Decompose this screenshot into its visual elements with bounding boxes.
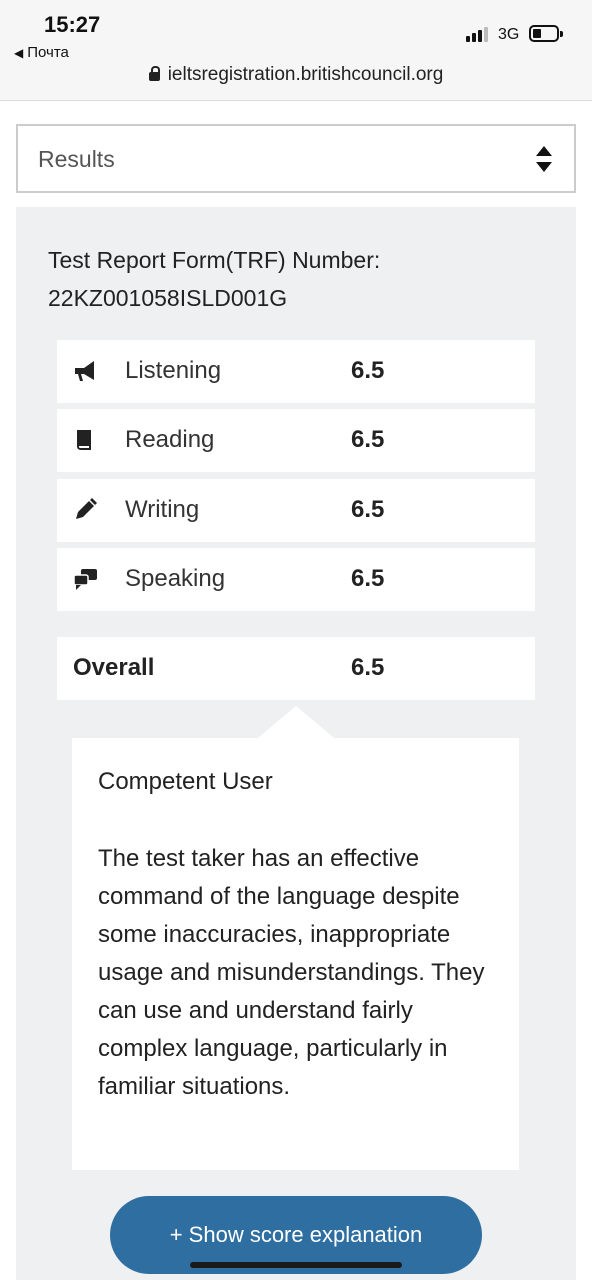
back-arrow-icon: ◀ [14, 46, 24, 60]
back-to-app-link[interactable]: ◀ Почта [14, 44, 69, 61]
score-row-writing: Writing 6.5 [57, 479, 535, 542]
skill-score: 6.5 [351, 496, 385, 523]
overall-label: Overall [73, 654, 155, 681]
score-row-listening: Listening 6.5 [57, 340, 535, 403]
network-type: 3G [498, 26, 520, 43]
band-description-card: Competent User The test taker has an eff… [72, 738, 519, 1170]
band-level: Competent User [98, 768, 273, 795]
lock-icon [148, 66, 160, 81]
band-description-text: The test taker has an effective command … [98, 845, 485, 1100]
trf-number: Test Report Form(TRF) Number: 22KZ001058… [48, 241, 548, 317]
score-row-overall: Overall 6.5 [57, 637, 535, 700]
skill-name: Writing [125, 496, 200, 523]
book-icon [77, 430, 91, 450]
url-text: ieltsregistration.britishcouncil.org [167, 64, 444, 85]
back-app-label: Почта [27, 44, 69, 61]
skill-score: 6.5 [351, 426, 385, 453]
signal-strength-icon [466, 26, 488, 42]
skill-score: 6.5 [351, 357, 385, 384]
description-pointer [258, 706, 334, 738]
results-select[interactable]: Results [16, 124, 576, 193]
trf-value: 22KZ001058ISLD001G [48, 285, 288, 311]
skill-name: Speaking [125, 565, 226, 592]
overall-score: 6.5 [351, 654, 385, 681]
clock-time: 15:27 [44, 12, 101, 37]
score-row-speaking: Speaking 6.5 [57, 548, 535, 611]
battery-icon [529, 25, 563, 42]
skill-score: 6.5 [351, 565, 385, 592]
megaphone-icon [75, 361, 94, 381]
browser-status-bar: 15:27 ◀ Почта 3G ieltsregistration.britis… [0, 0, 592, 101]
pencil-icon [76, 498, 97, 519]
select-value: Results [38, 146, 115, 172]
sort-arrows-icon [536, 146, 552, 174]
score-row-reading: Reading 6.5 [57, 409, 535, 472]
address-bar[interactable]: ieltsregistration.britishcouncil.org [0, 64, 592, 86]
skill-name: Listening [125, 357, 222, 384]
trf-label: Test Report Form(TRF) Number: [48, 247, 381, 273]
skill-name: Reading [125, 426, 215, 453]
home-indicator[interactable] [190, 1262, 402, 1268]
chat-bubbles-icon [73, 569, 97, 590]
